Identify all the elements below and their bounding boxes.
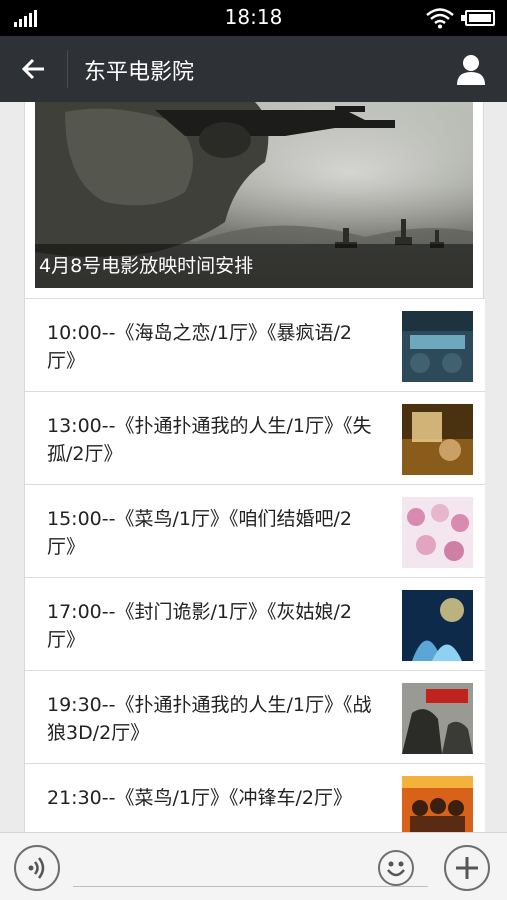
movie-poster-thumbnail bbox=[402, 590, 473, 661]
status-bar: 18:18 bbox=[0, 0, 507, 36]
movie-poster-thumbnail bbox=[402, 311, 473, 382]
movie-poster-thumbnail bbox=[402, 776, 473, 832]
list-item[interactable]: 15:00--《菜鸟/1厅》《咱们结婚吧/2厅》 bbox=[25, 484, 485, 577]
hero-caption: 4月8号电影放映时间安排 bbox=[35, 244, 473, 288]
list-item[interactable]: 10:00--《海岛之恋/1厅》《暴疯语/2厅》 bbox=[25, 298, 485, 391]
schedule-text: 15:00--《菜鸟/1厅》《咱们结婚吧/2厅》 bbox=[47, 508, 352, 558]
message-input[interactable] bbox=[73, 847, 428, 887]
list-item[interactable]: 13:00--《扑通扑通我的人生/1厅》《失孤/2厅》 bbox=[25, 391, 485, 484]
message-content: 4月8号电影放映时间安排 10:00--《海岛之恋/1厅》《暴疯语/2厅》 13… bbox=[0, 102, 507, 832]
schedule-text: 13:00--《扑通扑通我的人生/1厅》《失孤/2厅》 bbox=[47, 415, 372, 465]
battery-icon bbox=[465, 10, 495, 26]
movie-poster-thumbnail bbox=[402, 497, 473, 568]
input-toolbar bbox=[0, 832, 507, 900]
movie-poster-thumbnail bbox=[402, 404, 473, 475]
smiley-icon bbox=[387, 861, 405, 877]
schedule-text: 17:00--《封门诡影/1厅》《灰姑娘/2厅》 bbox=[47, 601, 352, 651]
voice-button[interactable] bbox=[14, 845, 60, 891]
person-icon[interactable] bbox=[455, 53, 487, 85]
article-card: 4月8号电影放映时间安排 10:00--《海岛之恋/1厅》《暴疯语/2厅》 13… bbox=[24, 102, 485, 832]
list-item[interactable]: 17:00--《封门诡影/1厅》《灰姑娘/2厅》 bbox=[25, 577, 485, 670]
schedule-text: 10:00--《海岛之恋/1厅》《暴疯语/2厅》 bbox=[47, 322, 352, 372]
list-item[interactable]: 21:30--《菜鸟/1厅》《冲锋车/2厅》 bbox=[25, 763, 485, 832]
emoji-button[interactable] bbox=[378, 850, 414, 886]
plus-button[interactable] bbox=[444, 845, 490, 891]
nav-divider bbox=[67, 50, 68, 88]
nav-bar: 东平电影院 bbox=[0, 36, 507, 102]
plus-icon bbox=[456, 857, 478, 879]
list-item[interactable]: 19:30--《扑通扑通我的人生/1厅》《战狼3D/2厅》 bbox=[25, 670, 485, 763]
schedule-text: 19:30--《扑通扑通我的人生/1厅》《战狼3D/2厅》 bbox=[47, 694, 372, 744]
wifi-icon bbox=[426, 8, 454, 29]
hero-image[interactable]: 4月8号电影放映时间安排 bbox=[35, 102, 473, 288]
arrow-left-icon[interactable] bbox=[14, 52, 52, 86]
schedule-text: 21:30--《菜鸟/1厅》《冲锋车/2厅》 bbox=[47, 787, 352, 809]
movie-poster-thumbnail bbox=[402, 683, 473, 754]
page-title: 东平电影院 bbox=[84, 60, 195, 85]
voice-icon bbox=[28, 857, 45, 879]
